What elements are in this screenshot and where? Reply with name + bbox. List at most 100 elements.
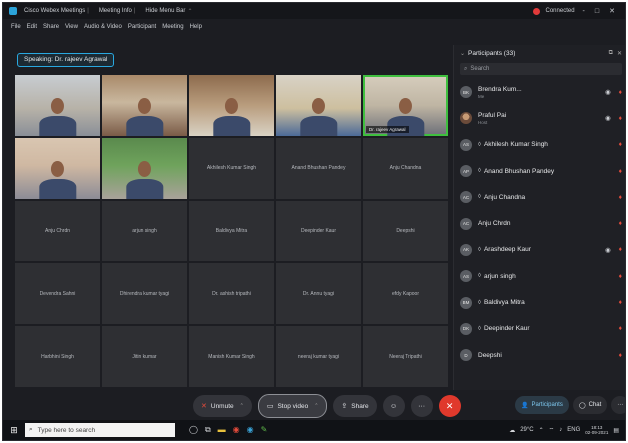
video-tile[interactable] bbox=[102, 75, 187, 136]
participant-name: Praful Pai bbox=[478, 111, 507, 119]
more-panels-button[interactable]: ··· bbox=[611, 396, 625, 414]
stop-video-button[interactable]: ▭ Stop video ⌃ bbox=[257, 394, 328, 418]
participant-row[interactable]: D Deepshi ♦ bbox=[454, 342, 625, 368]
video-tile[interactable] bbox=[15, 75, 100, 136]
video-tile[interactable]: Anju Chandna bbox=[363, 137, 448, 199]
reactions-button[interactable]: ☺ bbox=[382, 395, 405, 417]
participants-tab[interactable]: 👤 Participants bbox=[515, 396, 569, 414]
maximize-button[interactable]: □ bbox=[593, 8, 601, 15]
unmute-chevron-icon[interactable]: ⌃ bbox=[240, 403, 244, 409]
tray-chevron-icon[interactable]: ⌃ bbox=[539, 427, 544, 434]
video-tile[interactable]: Anand Bhushan Pandey bbox=[276, 137, 361, 199]
tab-meetings[interactable]: Cisco Webex Meetings | bbox=[20, 8, 95, 14]
language-indicator[interactable]: ENG bbox=[567, 427, 580, 433]
mic-muted-icon[interactable]: ♦ bbox=[619, 89, 622, 96]
chat-tab[interactable]: ◯ Chat bbox=[572, 396, 608, 414]
participant-row[interactable]: AC Anju Chrdn ♦ bbox=[454, 210, 625, 236]
mic-muted-icon[interactable]: ♦ bbox=[619, 194, 622, 201]
video-tile[interactable]: Jitin kumar bbox=[102, 326, 187, 387]
collapse-chevron-icon[interactable]: ⌄ bbox=[460, 50, 465, 57]
participant-row[interactable]: AC ◊ Anju Chandna ♦ bbox=[454, 184, 625, 210]
leave-meeting-button[interactable]: ✕ bbox=[438, 395, 461, 417]
video-tile[interactable]: Devendra Sahni bbox=[15, 263, 100, 325]
task-view-icon[interactable]: ⧉ bbox=[205, 425, 211, 435]
participant-row[interactable]: BK Brendra Kum... Me ◉ ♦ bbox=[454, 79, 625, 105]
menu-meeting[interactable]: Meeting bbox=[162, 24, 183, 30]
mic-muted-icon[interactable]: ♦ bbox=[619, 299, 622, 306]
video-tile[interactable] bbox=[15, 137, 100, 199]
video-tile[interactable]: Dhirendra kumar tyagi bbox=[102, 263, 187, 325]
video-tile[interactable]: Akhilesh Kumar Singh bbox=[189, 137, 274, 199]
video-tile[interactable]: arjun singh bbox=[102, 200, 187, 262]
file-explorer-icon[interactable]: ▬ bbox=[218, 425, 226, 435]
mic-muted-icon[interactable]: ♦ bbox=[619, 273, 622, 280]
video-chevron-icon[interactable]: ⌃ bbox=[314, 403, 318, 409]
tab-meeting-info[interactable]: Meeting Info | bbox=[95, 8, 142, 14]
mic-muted-icon[interactable]: ♦ bbox=[619, 325, 622, 332]
video-tile[interactable] bbox=[276, 75, 361, 136]
mic-muted-icon[interactable]: ♦ bbox=[619, 352, 622, 359]
avatar: BM bbox=[460, 296, 472, 309]
participant-row[interactable]: AS ◊ Akhilesh Kumar Singh ♦ bbox=[454, 132, 625, 158]
mic-muted-icon[interactable]: ♦ bbox=[619, 168, 622, 175]
participant-row[interactable]: AK ◊ Arashdeep Kaur ◉ ♦ bbox=[454, 237, 625, 263]
close-button[interactable]: ✕ bbox=[607, 7, 617, 15]
clock[interactable]: 18:13 02-09-2021 bbox=[585, 425, 608, 436]
temperature[interactable]: 29°C bbox=[520, 427, 533, 433]
menu-file[interactable]: File bbox=[11, 24, 21, 30]
notifications-icon[interactable]: ▤ bbox=[613, 427, 619, 434]
video-tile[interactable]: Dr. rajeev Agrawal bbox=[363, 75, 448, 136]
unmute-button[interactable]: ✕ Unmute ⌃ bbox=[193, 395, 252, 417]
video-tile[interactable]: Harbhini Singh bbox=[15, 326, 100, 387]
mic-muted-icon[interactable]: ♦ bbox=[619, 115, 622, 122]
connected-status[interactable]: Connected bbox=[546, 8, 575, 14]
video-tile[interactable]: Baldivya Mitra bbox=[189, 200, 274, 262]
volume-icon[interactable]: ♪ bbox=[559, 427, 562, 433]
menu-share[interactable]: Share bbox=[43, 24, 59, 30]
popout-icon[interactable]: ⧉ bbox=[609, 50, 613, 57]
share-button[interactable]: ⇪ Share bbox=[333, 395, 377, 417]
participant-row[interactable]: DK ◊ Deepinder Kaur ♦ bbox=[454, 316, 625, 342]
cortana-icon[interactable]: ◯ bbox=[189, 425, 198, 435]
panel-close-icon[interactable]: ✕ bbox=[617, 50, 622, 57]
video-tile-name: arjun singh bbox=[132, 227, 157, 234]
menu-participant[interactable]: Participant bbox=[128, 24, 156, 30]
mic-muted-icon[interactable]: ♦ bbox=[619, 141, 622, 148]
mic-muted-icon[interactable]: ♦ bbox=[619, 246, 622, 253]
minimize-button[interactable]: - bbox=[581, 8, 587, 15]
participant-row[interactable]: Praful Pai Host ◉ ♦ bbox=[454, 105, 625, 131]
video-tile[interactable]: Manish Kumar Singh bbox=[189, 326, 274, 387]
menu-edit[interactable]: Edit bbox=[27, 24, 37, 30]
app-icon[interactable]: ✎ bbox=[261, 425, 268, 435]
menu-audio-video[interactable]: Audio & Video bbox=[84, 24, 122, 30]
video-tile[interactable]: Anju Chrdn bbox=[15, 200, 100, 262]
video-tile[interactable]: efdy Kapoor bbox=[363, 263, 448, 325]
tab-hide-menu-bar[interactable]: Hide Menu Bar ⌃ bbox=[141, 8, 198, 15]
network-icon[interactable]: ⌔ bbox=[549, 426, 555, 434]
participant-row[interactable]: AP ◊ Anand Bhushan Pandey ♦ bbox=[454, 158, 625, 184]
video-tile[interactable] bbox=[189, 75, 274, 136]
menu-help[interactable]: Help bbox=[190, 24, 202, 30]
participant-status-icons: ♦ bbox=[619, 352, 622, 359]
participant-name: Deepinder Kaur bbox=[483, 325, 530, 333]
participant-role: Host bbox=[478, 119, 488, 125]
video-tile[interactable]: Neeraj Tripathi bbox=[363, 326, 448, 387]
participant-search-input[interactable]: ⌕ Search bbox=[460, 63, 622, 75]
menu-view[interactable]: View bbox=[65, 24, 78, 30]
video-tile[interactable] bbox=[102, 137, 187, 199]
weather-icon[interactable]: ☁ bbox=[509, 427, 515, 434]
taskbar-search-input[interactable]: ⌕ Type here to search bbox=[25, 423, 175, 437]
webex-taskbar-icon[interactable]: ◉ bbox=[247, 425, 254, 435]
more-options-button[interactable]: ··· bbox=[410, 395, 433, 417]
participant-row[interactable]: BM ◊ Baldivya Mitra ♦ bbox=[454, 289, 625, 315]
video-tile[interactable]: Dr. ashish tripathi bbox=[189, 263, 274, 325]
mic-muted-icon[interactable]: ♦ bbox=[619, 220, 622, 227]
chrome-icon[interactable]: ◉ bbox=[233, 425, 240, 435]
windows-start-icon[interactable]: ⊞ bbox=[3, 425, 25, 436]
video-tile[interactable]: Deepshi bbox=[363, 200, 448, 262]
participant-name: Arashdeep Kaur bbox=[483, 246, 531, 254]
video-tile[interactable]: Dr. Annu tyagi bbox=[276, 263, 361, 325]
video-tile[interactable]: neeraj kumar tyagi bbox=[276, 326, 361, 387]
participant-row[interactable]: AS ◊ arjun singh ♦ bbox=[454, 263, 625, 289]
video-tile[interactable]: Deepinder Kaur bbox=[276, 200, 361, 262]
